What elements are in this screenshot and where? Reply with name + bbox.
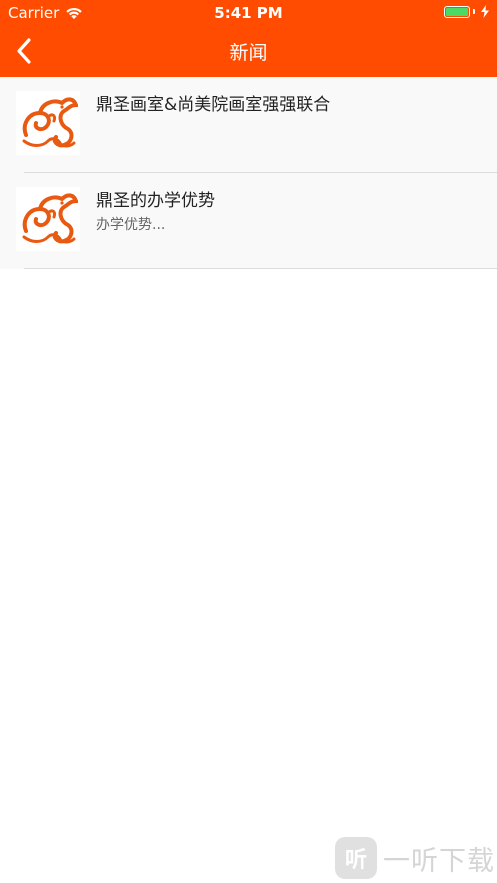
page-title: 新闻 [229,42,268,64]
battery-fill [446,7,468,16]
news-title: 鼎圣画室&尚美院画室强强联合 [96,95,331,115]
battery-tip [473,9,475,14]
news-title: 鼎圣的办学优势 [96,191,215,211]
battery-indicator [444,5,489,18]
watermark: 听 一听下载 [335,837,495,879]
news-summary: 办学优势... [96,217,166,233]
dragon-logo-icon [22,97,78,148]
battery-icon [444,5,470,18]
navigation-bar: 新闻 [0,26,497,77]
dragon-logo-icon [22,193,78,244]
watermark-text: 一听下载 [383,845,495,877]
news-item[interactable]: 鼎圣的办学优势 办学优势... [0,173,497,269]
charging-bolt-icon [481,5,489,18]
news-list: 鼎圣画室&尚美院画室强强联合 鼎圣的办学优势 办学优势... [0,77,497,269]
app-header: Carrier 5:41 PM 新闻 [0,0,497,77]
status-time: 5:41 PM [214,4,283,22]
news-item[interactable]: 鼎圣画室&尚美院画室强强联合 [0,77,497,173]
watermark-logo: 听 [335,837,377,879]
status-bar: Carrier 5:41 PM [0,0,497,26]
news-thumbnail [16,187,80,251]
news-thumbnail [16,91,80,155]
row-divider [24,268,497,269]
